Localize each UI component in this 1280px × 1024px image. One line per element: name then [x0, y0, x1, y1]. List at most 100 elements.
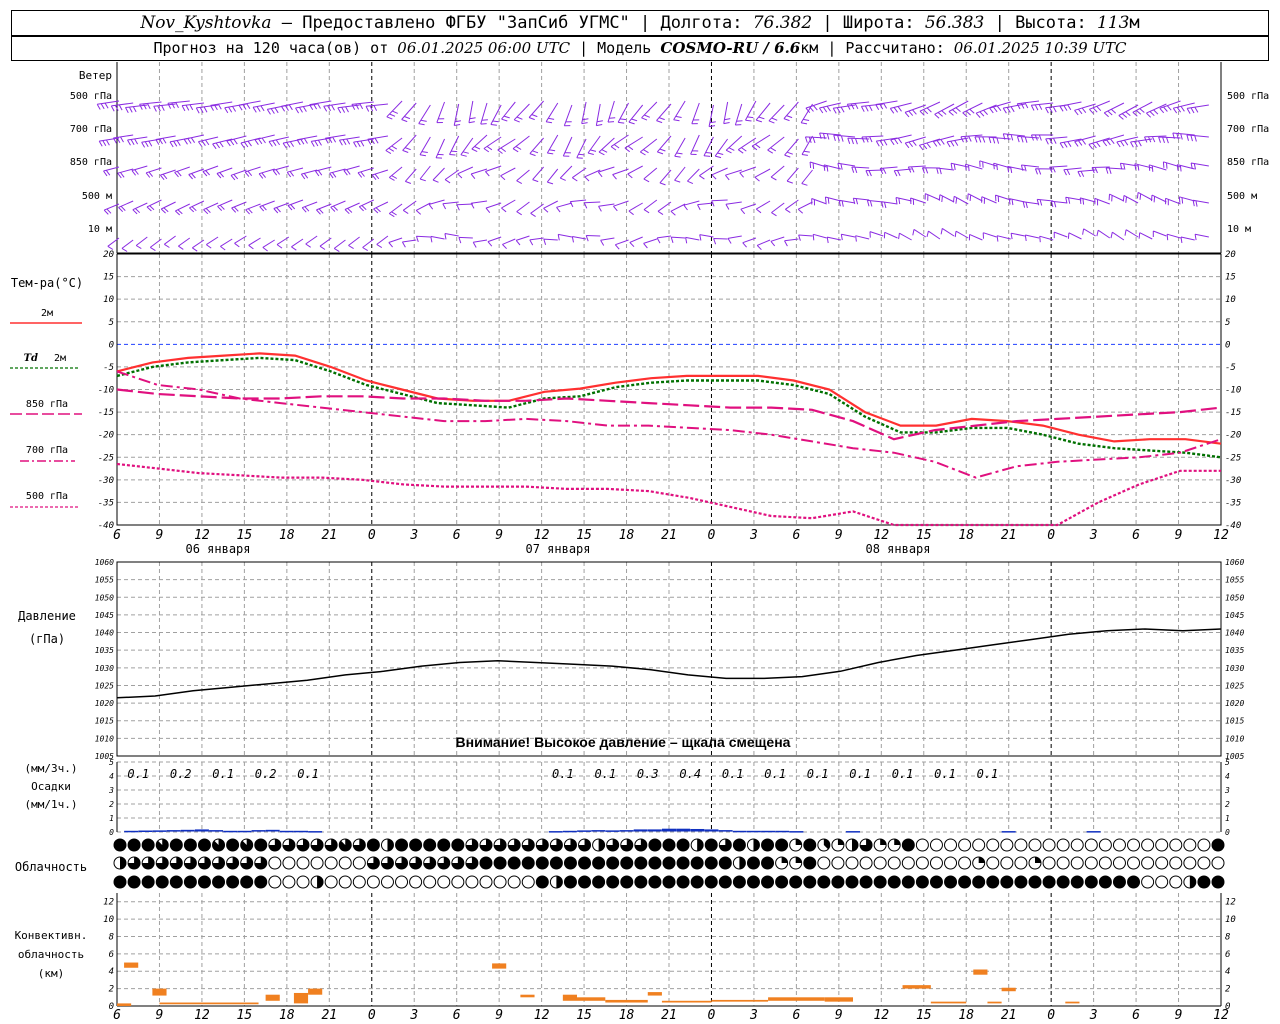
y-tick-label-right: 1055: [1225, 576, 1244, 585]
wind-barb: [153, 103, 176, 112]
cloud-fill: [846, 876, 858, 888]
cloud-fill: [677, 839, 690, 851]
wind-barb: [164, 235, 176, 248]
cloud-circle: [1098, 856, 1112, 870]
wind-barb: [674, 166, 686, 183]
cloud-fill: [894, 839, 901, 845]
cloud-symbol: [155, 875, 169, 889]
wind-barb: [934, 103, 955, 119]
cloud-fill: [1071, 876, 1084, 888]
wind-barb: [690, 134, 700, 155]
x-tick-label-bottom: 0: [708, 1008, 716, 1023]
cloud-symbol: [929, 856, 943, 870]
x-tick-label-bottom: 3: [1089, 1008, 1098, 1023]
cloud-symbol: [437, 875, 451, 889]
cloud-fill: [817, 876, 830, 888]
wind-barb: [587, 135, 601, 155]
cloud-circle: [409, 875, 423, 889]
cloud-circle: [1098, 838, 1112, 852]
wind-barb: [767, 136, 785, 154]
wind-barb: [881, 201, 898, 209]
cloud-symbol: [986, 875, 1000, 889]
wind-barb: [436, 101, 446, 124]
wind-barb: [770, 236, 785, 247]
day-label: 06 января: [185, 542, 250, 556]
cloud-circle: [296, 856, 310, 870]
x-tick-label: 9: [495, 528, 503, 543]
cloud-circle: [338, 856, 352, 870]
legend-500-label: 500 гПа: [26, 491, 68, 502]
cloud-symbol: [1155, 875, 1169, 889]
cloud-fill: [395, 839, 408, 851]
cloud-circle: [1084, 838, 1098, 852]
cloud-symbol: [127, 875, 141, 889]
cloud-symbol: [704, 875, 718, 889]
wind-level-500m-r: 500 м: [1227, 191, 1257, 202]
wind-barb: [1050, 200, 1068, 208]
cloud-circle: [268, 856, 282, 870]
precip-label: 0.1: [977, 767, 999, 781]
cloud-fill: [254, 839, 267, 851]
cloud-fill: [705, 839, 718, 851]
cloud-symbol: [859, 875, 873, 889]
wind-barb: [1096, 229, 1111, 239]
wind-barb: [528, 100, 544, 121]
convective-cloud-panel: 12 12 10 10 8 8 6 6 4 4 2 2 0 0 6 9 12 15 18 21 0 3 6 9 12 15 18 21…: [103, 893, 1236, 1023]
conv-cloud-bar: [308, 988, 323, 995]
cloud-symbol: [183, 838, 197, 852]
cloud-fill: [803, 857, 816, 869]
cloud-circle: [873, 856, 887, 870]
cloud-circle: [1084, 856, 1098, 870]
wind-barb: [734, 103, 743, 126]
cloud-symbol: [718, 838, 732, 852]
cloud-symbol: [409, 875, 423, 889]
wind-barb: [981, 196, 997, 204]
wind-barb: [1102, 134, 1125, 147]
x-tick-label-bottom: 3: [409, 1008, 418, 1023]
y-tick-label: -10: [98, 386, 114, 396]
cloud-symbol: [662, 875, 676, 889]
wind-barb: [1094, 197, 1110, 206]
wind-barb: [546, 168, 559, 185]
wind-barb: [248, 237, 261, 250]
cloud-fill: [1212, 839, 1224, 851]
wind-barb: [800, 103, 813, 125]
wind-barb: [1067, 232, 1082, 240]
wind-barb: [768, 104, 785, 124]
cloud-symbol: [986, 838, 1000, 852]
conv-cloud-bar: [265, 994, 280, 1001]
wind-barb: [268, 136, 289, 147]
cloud-symbol: [648, 838, 662, 852]
cloud-fill: [480, 857, 492, 869]
cloud-symbol: [1127, 856, 1141, 870]
x-tick-label: 15: [576, 528, 592, 543]
wind-barb: [388, 237, 403, 248]
cloud-symbol: [212, 875, 226, 889]
wind-barb: [797, 201, 813, 214]
x-tick-label-bottom: 18: [619, 1008, 635, 1023]
precip-bar: [124, 830, 139, 833]
wind-barb: [801, 135, 813, 156]
wind-barb: [376, 235, 389, 249]
cloud-symbol: [1197, 856, 1211, 870]
cloud-fill: [423, 839, 436, 851]
conv-cloud-bar: [159, 1002, 259, 1005]
y-tick-label-right: 1050: [1225, 593, 1244, 602]
cloud-fill: [719, 876, 732, 888]
wind-barb: [583, 201, 601, 209]
wind-barb: [131, 165, 148, 176]
precip-label: 0.2: [170, 767, 192, 781]
cloud-symbol: [1112, 875, 1126, 889]
cloud-fill: [1197, 876, 1210, 888]
cloud-circle: [986, 856, 1000, 870]
cloud-fill: [789, 876, 802, 888]
wind-barb: [386, 100, 403, 120]
wind-barb: [174, 203, 190, 216]
cloud-circle: [845, 856, 859, 870]
cloud-circle: [986, 838, 1000, 852]
wind-barb: [513, 103, 530, 123]
y-tick-label: 1045: [95, 611, 114, 620]
cloud-symbol: [1155, 838, 1169, 852]
wind-barb: [598, 203, 615, 212]
conv-cloud-bar: [577, 997, 606, 1001]
